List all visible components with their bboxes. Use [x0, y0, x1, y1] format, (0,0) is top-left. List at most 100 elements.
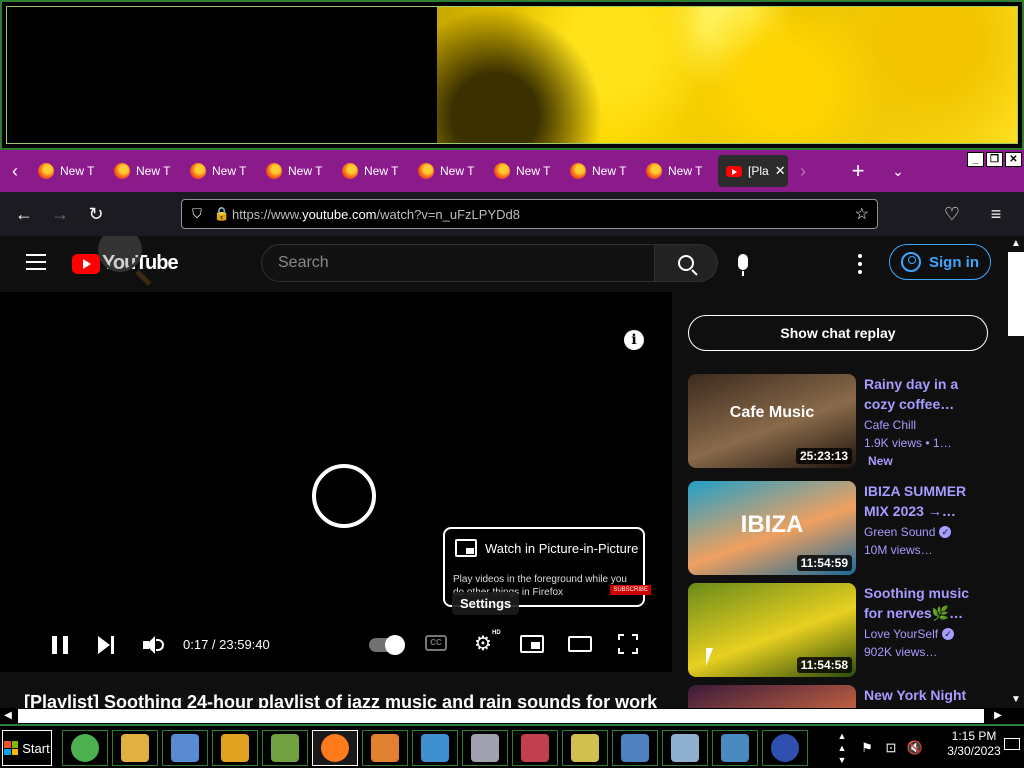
- tab-new-tab[interactable]: New T: [30, 155, 106, 187]
- recommended-video[interactable]: Cafe Music 25:23:13 Rainy day in a cozy co…: [688, 374, 998, 470]
- search-input[interactable]: Search: [261, 244, 655, 282]
- miniplayer-icon[interactable]: [520, 635, 544, 653]
- chart-app-icon: [271, 734, 299, 762]
- scroll-left-arrow[interactable]: ◀: [0, 708, 16, 724]
- list-all-tabs-button[interactable]: ⌄: [878, 163, 918, 180]
- more-options-icon[interactable]: [858, 254, 862, 274]
- tray-scroll-arrows[interactable]: ▲ ▲ ▼: [832, 730, 852, 766]
- clock-time: 1:15 PM: [951, 729, 997, 743]
- tab-new-tab[interactable]: New T: [334, 155, 410, 187]
- video-title-link[interactable]: Rainy day in a cozy coffee…: [864, 374, 974, 414]
- channel-name[interactable]: Love YourSelf ✓: [864, 627, 955, 641]
- video-thumbnail[interactable]: 11:54:58: [688, 583, 856, 677]
- video-thumbnail[interactable]: [688, 685, 856, 708]
- taskbar-app-remote-desktop[interactable]: [612, 730, 658, 766]
- video-title-link[interactable]: Soothing music for nerves🌿…: [864, 583, 974, 623]
- thumbnail-overlay-text: IBIZA: [740, 511, 804, 538]
- pocket-icon[interactable]: ♡: [934, 196, 970, 232]
- tab-new-tab[interactable]: New T: [486, 155, 562, 187]
- clock-date: 3/30/2023: [947, 744, 1001, 758]
- recommended-video[interactable]: IBIZA 11:54:59 IBIZA SUMMER MIX 2023 →… Gre…: [688, 481, 998, 577]
- url-text: https://www.youtube.com/watch?v=n_uFzLPY…: [232, 206, 520, 222]
- taskbar-app-snipping-tool[interactable]: [512, 730, 558, 766]
- tab-new-tab[interactable]: New T: [410, 155, 486, 187]
- taskbar-app-my-computer[interactable]: [162, 730, 208, 766]
- info-icon[interactable]: i: [624, 330, 644, 350]
- taskbar-app-file-explorer[interactable]: [112, 730, 158, 766]
- start-button[interactable]: Start: [2, 730, 52, 766]
- address-bar[interactable]: ⛉ 🔒 https://www.youtube.com/watch?v=n_uF…: [181, 199, 878, 229]
- safely-remove-icon[interactable]: ⊡: [882, 739, 900, 757]
- tab-scroll-right-button[interactable]: ›: [788, 150, 818, 192]
- network-error-icon[interactable]: ⚑: [858, 739, 876, 757]
- yellow-flowers-image: [437, 7, 1017, 143]
- sign-in-button[interactable]: Sign in: [889, 244, 991, 280]
- reload-button[interactable]: ↻: [78, 196, 114, 232]
- taskbar-app-calculator[interactable]: [462, 730, 508, 766]
- taskbar-app-control-panel[interactable]: [712, 730, 758, 766]
- toolbar-right: ♡ ≡: [934, 196, 1014, 232]
- tab-new-tab[interactable]: New T: [258, 155, 334, 187]
- scroll-up-arrow[interactable]: ▲: [1008, 236, 1024, 252]
- new-tab-button[interactable]: +: [838, 158, 878, 184]
- tab-new-tab[interactable]: New T: [182, 155, 258, 187]
- video-thumbnail[interactable]: Cafe Music 25:23:13: [688, 374, 856, 468]
- pause-icon[interactable]: [52, 636, 68, 654]
- tab-label: New T: [668, 164, 703, 178]
- firefox-icon: [190, 163, 206, 179]
- taskbar-app-chart-app[interactable]: [262, 730, 308, 766]
- tab-new-tab[interactable]: New T: [638, 155, 714, 187]
- taskbar-app-firefox[interactable]: [312, 730, 358, 766]
- autoplay-toggle[interactable]: [369, 635, 405, 655]
- volume-muted-icon[interactable]: 🔇: [906, 739, 924, 757]
- system-clock[interactable]: 1:15 PM 3/30/2023: [946, 729, 1002, 759]
- taskbar-app-search-tool[interactable]: [212, 730, 258, 766]
- subtitles-icon[interactable]: CC: [425, 635, 447, 651]
- tab-youtube-active[interactable]: [Pla ✕: [718, 155, 788, 187]
- scroll-down-arrow[interactable]: ▼: [1008, 692, 1024, 708]
- horizontal-scrollbar[interactable]: ◀ ▶: [0, 708, 1008, 724]
- hscrollbar-thumb[interactable]: [18, 709, 984, 723]
- close-icon[interactable]: ✕: [775, 163, 786, 179]
- desktop-background-image: [0, 0, 1024, 150]
- taskbar-app-media-player[interactable]: [362, 730, 408, 766]
- theater-mode-icon[interactable]: [568, 636, 592, 652]
- app-menu-button[interactable]: ≡: [978, 196, 1014, 232]
- taskbar-app-chrome[interactable]: [62, 730, 108, 766]
- scrollbar-thumb[interactable]: [1008, 252, 1024, 336]
- tab-new-tab[interactable]: New T: [562, 155, 638, 187]
- next-icon[interactable]: [98, 636, 116, 654]
- restore-button[interactable]: ❐: [986, 152, 1003, 167]
- taskbar-app-send[interactable]: [412, 730, 458, 766]
- forward-button[interactable]: →: [42, 196, 78, 232]
- video-thumbnail[interactable]: IBIZA 11:54:59: [688, 481, 856, 575]
- video-title-link[interactable]: New York Night: [864, 685, 974, 705]
- tab-new-tab[interactable]: New T: [106, 155, 182, 187]
- video-player[interactable]: i Watch in Picture-in-Picture Play video…: [0, 292, 672, 672]
- fullscreen-icon[interactable]: [618, 634, 638, 654]
- control-panel-icon: [721, 734, 749, 762]
- guide-menu-icon[interactable]: [26, 254, 46, 270]
- close-window-button[interactable]: ✕: [1005, 152, 1022, 167]
- taskbar-app-sticky-notes[interactable]: [562, 730, 608, 766]
- show-desktop-icon[interactable]: [1004, 738, 1020, 750]
- video-title-link[interactable]: IBIZA SUMMER MIX 2023 →…: [864, 481, 974, 521]
- scroll-right-arrow[interactable]: ▶: [990, 708, 1006, 724]
- channel-name[interactable]: Cafe Chill: [864, 418, 916, 432]
- recommended-video[interactable]: 11:54:58 Soothing music for nerves🌿… Love …: [688, 583, 998, 679]
- taskbar-app-help[interactable]: [762, 730, 808, 766]
- show-chat-replay-button[interactable]: Show chat replay: [688, 315, 988, 351]
- search-button[interactable]: [655, 244, 718, 282]
- channel-name[interactable]: Green Sound ✓: [864, 525, 952, 539]
- bookmark-star-icon[interactable]: ☆: [855, 204, 869, 224]
- back-button[interactable]: ←: [6, 196, 42, 232]
- tab-scroll-left-button[interactable]: ‹: [0, 150, 30, 192]
- taskbar-app-notepad[interactable]: [662, 730, 708, 766]
- settings-gear-icon[interactable]: ⚙: [474, 634, 494, 654]
- recommended-video[interactable]: New York Night: [688, 685, 998, 708]
- vertical-scrollbar[interactable]: ▲ ▼: [1008, 236, 1024, 708]
- minimize-button[interactable]: _: [967, 152, 984, 167]
- shield-icon[interactable]: ⛉: [182, 206, 212, 222]
- lock-icon[interactable]: 🔒: [212, 206, 232, 222]
- microphone-icon[interactable]: [738, 254, 748, 276]
